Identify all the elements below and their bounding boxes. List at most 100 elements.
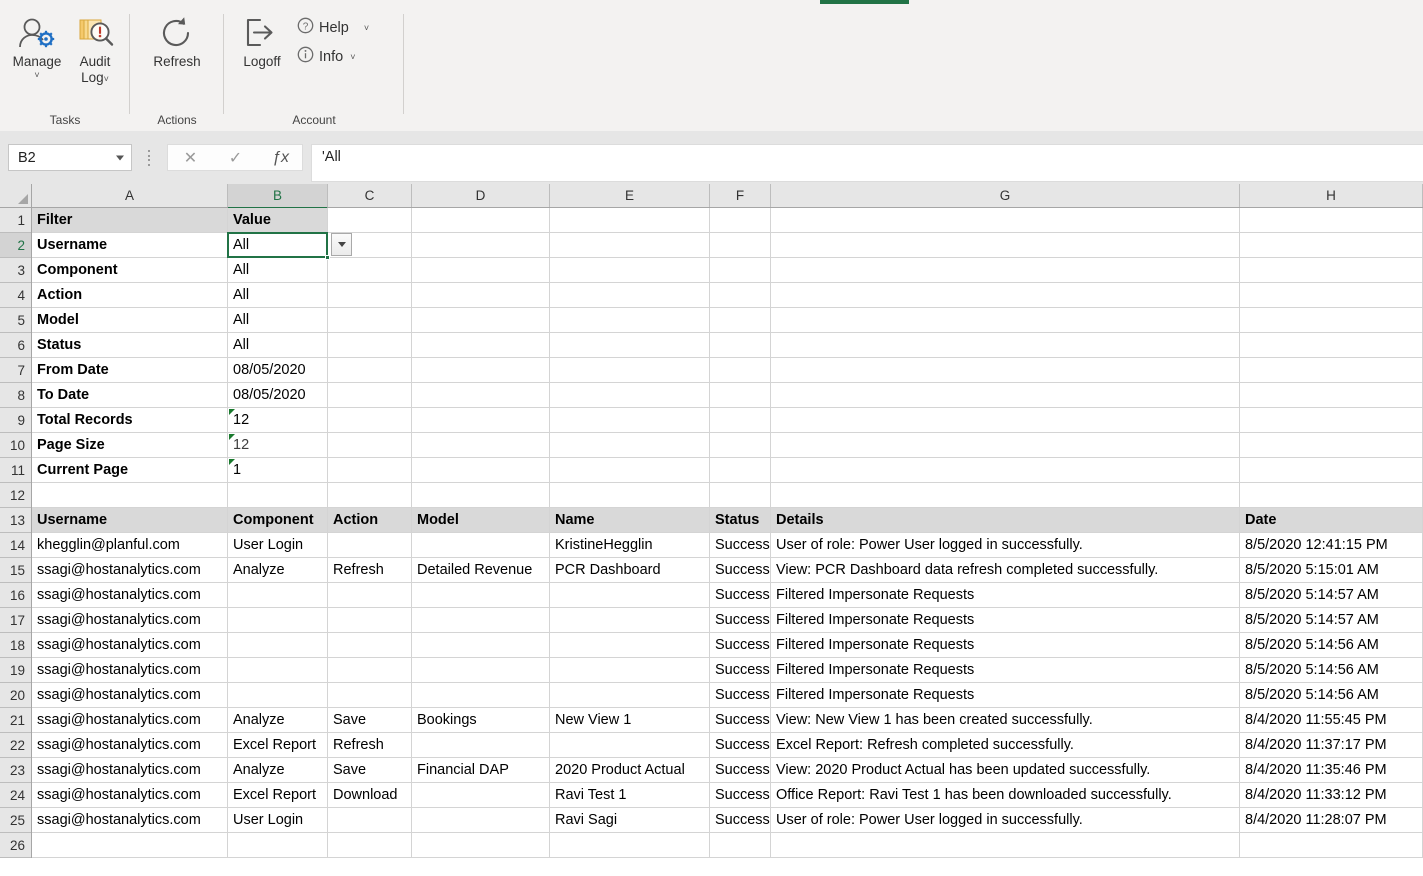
table-header-name[interactable]: Name [550, 508, 710, 532]
table-cell[interactable]: 8/4/2020 11:37:17 PM [1240, 733, 1423, 757]
table-cell[interactable]: 8/5/2020 5:14:56 AM [1240, 683, 1423, 707]
column-header-h[interactable]: H [1240, 184, 1423, 207]
insert-function-icon[interactable]: ƒx [258, 145, 303, 170]
table-cell[interactable]: Office Report: Ravi Test 1 has been down… [771, 783, 1240, 807]
filter-value-username[interactable]: All [228, 233, 328, 257]
row-header-22[interactable]: 22 [0, 733, 31, 758]
table-cell[interactable]: Success [710, 758, 771, 782]
table-cell[interactable]: Filtered Impersonate Requests [771, 683, 1240, 707]
table-header-details[interactable]: Details [771, 508, 1240, 532]
row-header-1[interactable]: 1 [0, 208, 31, 233]
table-cell[interactable]: User Login [228, 808, 328, 832]
manage-chevron-down-icon[interactable]: ˅ [4, 70, 70, 80]
column-header-e[interactable]: E [550, 184, 710, 207]
filter-label-username[interactable]: Username [32, 233, 228, 257]
table-cell[interactable]: Excel Report [228, 733, 328, 757]
filter-value-from-date[interactable]: 08/05/2020 [228, 358, 328, 382]
row-header-10[interactable]: 10 [0, 433, 31, 458]
table-cell[interactable]: Filtered Impersonate Requests [771, 658, 1240, 682]
table-cell[interactable]: Save [328, 758, 412, 782]
filter-value-action[interactable]: All [228, 283, 328, 307]
row-header-12[interactable]: 12 [0, 483, 31, 508]
table-cell[interactable]: Excel Report: Refresh completed successf… [771, 733, 1240, 757]
table-cell[interactable]: View: New View 1 has been created succes… [771, 708, 1240, 732]
filter-value-total-records[interactable]: 12 [228, 408, 328, 432]
table-cell[interactable]: Filtered Impersonate Requests [771, 633, 1240, 657]
refresh-button[interactable]: Refresh [142, 14, 212, 70]
table-cell[interactable]: Success [710, 658, 771, 682]
table-cell[interactable]: 8/4/2020 11:28:07 PM [1240, 808, 1423, 832]
manage-button[interactable]: Manage ˅ [4, 14, 70, 80]
table-header-component[interactable]: Component [228, 508, 328, 532]
row-header-23[interactable]: 23 [0, 758, 31, 783]
column-header-f[interactable]: F [710, 184, 771, 207]
table-cell[interactable]: 8/5/2020 12:41:15 PM [1240, 533, 1423, 557]
table-cell[interactable]: ssagi@hostanalytics.com [32, 783, 228, 807]
table-cell[interactable]: Save [328, 708, 412, 732]
row-header-25[interactable]: 25 [0, 808, 31, 833]
column-header-c[interactable]: C [328, 184, 412, 207]
filter-value-model[interactable]: All [228, 308, 328, 332]
table-cell[interactable]: Filtered Impersonate Requests [771, 608, 1240, 632]
table-cell[interactable]: Success [710, 683, 771, 707]
table-cell[interactable]: khegglin@planful.com [32, 533, 228, 557]
table-header-date[interactable]: Date [1240, 508, 1423, 532]
filter-value-status[interactable]: All [228, 333, 328, 357]
filter-value-component[interactable]: All [228, 258, 328, 282]
table-cell[interactable]: 8/4/2020 11:55:45 PM [1240, 708, 1423, 732]
table-cell[interactable]: Bookings [412, 708, 550, 732]
table-cell[interactable]: 8/5/2020 5:14:56 AM [1240, 658, 1423, 682]
table-cell[interactable]: Success [710, 708, 771, 732]
table-cell[interactable]: Success [710, 533, 771, 557]
table-cell[interactable]: 8/5/2020 5:14:56 AM [1240, 633, 1423, 657]
column-header-d[interactable]: D [412, 184, 550, 207]
table-cell[interactable]: 8/4/2020 11:35:46 PM [1240, 758, 1423, 782]
table-cell[interactable]: Analyze [228, 708, 328, 732]
table-cell[interactable]: KristineHegglin [550, 533, 710, 557]
filter-label-status[interactable]: Status [32, 333, 228, 357]
table-cell[interactable]: Success [710, 733, 771, 757]
row-header-7[interactable]: 7 [0, 358, 31, 383]
info-button[interactable]: Info ˅ [297, 46, 355, 67]
row-header-6[interactable]: 6 [0, 333, 31, 358]
table-cell[interactable]: User of role: Power User logged in succe… [771, 533, 1240, 557]
error-indicator-triangle-icon[interactable] [229, 409, 235, 415]
cell-a1-filter-header[interactable]: Filter [32, 208, 228, 232]
table-cell[interactable]: ssagi@hostanalytics.com [32, 608, 228, 632]
help-button[interactable]: ? Help ˅ [297, 17, 369, 38]
table-header-model[interactable]: Model [412, 508, 550, 532]
table-cell[interactable]: 8/5/2020 5:14:57 AM [1240, 583, 1423, 607]
table-cell[interactable]: Success [710, 808, 771, 832]
filter-value-to-date[interactable]: 08/05/2020 [228, 383, 328, 407]
table-header-action[interactable]: Action [328, 508, 412, 532]
row-header-24[interactable]: 24 [0, 783, 31, 808]
table-cell[interactable]: New View 1 [550, 708, 710, 732]
table-cell[interactable]: User of role: Power User logged in succe… [771, 808, 1240, 832]
table-cell[interactable]: Success [710, 783, 771, 807]
table-header-username[interactable]: Username [32, 508, 228, 532]
error-indicator-triangle-icon[interactable] [229, 434, 235, 440]
table-cell[interactable]: ssagi@hostanalytics.com [32, 558, 228, 582]
column-header-g[interactable]: G [771, 184, 1240, 207]
column-header-b[interactable]: B [228, 184, 328, 209]
confirm-formula-button[interactable]: ✓ [213, 145, 258, 170]
filter-label-model[interactable]: Model [32, 308, 228, 332]
filter-value-page-size[interactable]: 12 [228, 433, 328, 457]
filter-label-to-date[interactable]: To Date [32, 383, 228, 407]
filter-label-component[interactable]: Component [32, 258, 228, 282]
table-cell[interactable]: View: PCR Dashboard data refresh complet… [771, 558, 1240, 582]
logoff-button[interactable]: Logoff [230, 14, 294, 70]
row-header-16[interactable]: 16 [0, 583, 31, 608]
row-header-11[interactable]: 11 [0, 458, 31, 483]
row-header-18[interactable]: 18 [0, 633, 31, 658]
table-cell[interactable]: Detailed Revenue [412, 558, 550, 582]
row-header-17[interactable]: 17 [0, 608, 31, 633]
row-header-14[interactable]: 14 [0, 533, 31, 558]
error-indicator-triangle-icon[interactable] [229, 459, 235, 465]
audit-log-chevron-down-icon[interactable]: ˅ [104, 74, 109, 84]
table-cell[interactable]: ssagi@hostanalytics.com [32, 683, 228, 707]
row-header-3[interactable]: 3 [0, 258, 31, 283]
table-cell[interactable]: ssagi@hostanalytics.com [32, 758, 228, 782]
table-cell[interactable]: Download [328, 783, 412, 807]
table-cell[interactable]: 8/4/2020 11:33:12 PM [1240, 783, 1423, 807]
